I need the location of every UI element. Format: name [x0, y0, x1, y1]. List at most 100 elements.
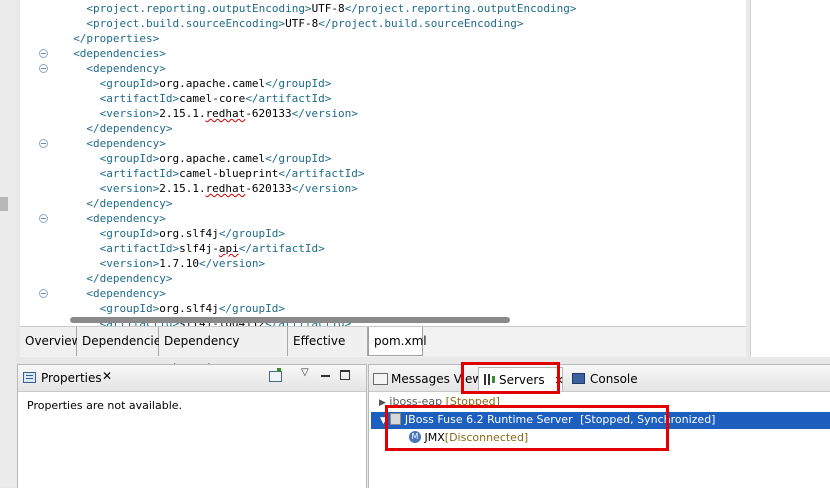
maximize-icon[interactable] — [340, 370, 350, 380]
spelling-underline: redhat — [205, 182, 246, 195]
jmx-row[interactable]: M JMX[Disconnected] — [409, 430, 609, 446]
xml-open-tag: </dependency> — [86, 272, 173, 285]
xml-open-tag: <project.reporting.outputEncoding> — [86, 2, 312, 15]
pin-view-icon[interactable] — [269, 368, 282, 382]
close-icon[interactable]: ✕ — [554, 374, 563, 387]
xml-text-value: UTF-8 — [285, 17, 319, 30]
properties-empty-message: Properties are not available. — [27, 399, 183, 412]
server-status: [Stopped, Synchronized] — [580, 413, 716, 426]
code-line[interactable]: <dependency> — [86, 136, 165, 151]
xml-close-tag: </version> — [291, 107, 358, 120]
xml-close-tag: </project.reporting.outputEncoding> — [344, 2, 577, 15]
properties-icon — [23, 372, 36, 383]
minimize-icon[interactable] — [321, 375, 330, 377]
code-line[interactable]: <dependency> — [86, 61, 165, 76]
jmx-status: [Disconnected] — [444, 431, 529, 444]
collapse-arrow-icon[interactable]: ▼ — [380, 416, 387, 426]
tab-console[interactable]: Console — [572, 367, 652, 391]
close-icon[interactable]: ✕ — [102, 369, 112, 383]
spelling-underline: redhat — [205, 107, 246, 120]
xml-close-tag: </version> — [291, 182, 358, 195]
left-trim — [0, 0, 16, 487]
jmx-icon: M — [409, 431, 421, 443]
properties-view: Properties ✕ ▽ Properties are not availa… — [17, 364, 367, 488]
server-row-jboss-fuse[interactable]: ▼ JBoss Fuse 6.2 Runtime Server [Stopped… — [371, 412, 830, 429]
code-line[interactable]: <dependency> — [86, 286, 165, 301]
xml-open-tag: <groupId> — [99, 302, 160, 315]
xml-open-tag: <groupId> — [99, 77, 160, 90]
xml-close-tag: </groupId> — [265, 152, 332, 165]
xml-open-tag: <dependency> — [86, 137, 166, 150]
xml-open-tag: <dependency> — [86, 212, 166, 225]
code-line[interactable]: <dependency> — [86, 211, 165, 226]
xml-open-tag: <dependency> — [86, 287, 166, 300]
xml-text-value: org.slf4j — [159, 227, 219, 240]
tab-servers-label: Servers — [499, 373, 545, 387]
code-line[interactable]: </properties> — [73, 31, 159, 46]
server-row-jboss-eap[interactable]: ▶ jboss-eap [Stopped] — [379, 394, 829, 410]
code-line[interactable]: <dependencies> — [73, 46, 166, 61]
xml-close-tag: </artifactId> — [245, 92, 332, 105]
xml-open-tag: <groupId> — [99, 227, 160, 240]
xml-text-value: camel-blueprint — [179, 167, 279, 180]
xml-close-tag: </version> — [198, 257, 266, 270]
servers-view: Messages View Servers ✕ Console ▶ jboss-… — [368, 364, 830, 488]
xml-open-tag: <version> — [99, 107, 160, 120]
code-line[interactable]: <project.build.sourceEncoding>UTF-8</pro… — [86, 16, 523, 31]
xml-open-tag: <artifactId> — [99, 242, 180, 255]
envelope-icon — [373, 372, 388, 385]
tab-pom-xml[interactable]: pom.xml — [368, 327, 427, 356]
xml-open-tag: <artifactId> — [99, 167, 180, 180]
code-line[interactable]: <version>2.15.1.redhat-620133</version> — [100, 106, 358, 121]
servers-view-header: Messages View Servers ✕ Console — [369, 365, 830, 392]
server-name: JBoss Fuse 6.2 Runtime Server — [404, 413, 573, 426]
right-side-panel — [750, 0, 830, 357]
properties-view-title[interactable]: Properties — [41, 371, 102, 385]
xml-text-value: slf4j-api — [179, 242, 239, 255]
xml-close-tag: </artifactId> — [278, 167, 365, 180]
xml-close-tag: </artifactId> — [238, 242, 325, 255]
tab-servers[interactable]: Servers ✕ — [478, 367, 564, 391]
code-line[interactable]: </dependency> — [86, 196, 172, 211]
tab-messages-view[interactable]: Messages View — [373, 367, 482, 391]
code-line[interactable]: <project.reporting.outputEncoding>UTF-8<… — [86, 1, 576, 16]
editor-gutter — [20, 0, 60, 326]
spelling-underline: api — [218, 242, 239, 255]
code-line[interactable]: </dependency> — [86, 271, 172, 286]
tab-effective-pom[interactable]: Effective POM — [288, 327, 368, 376]
code-line[interactable]: <groupId>org.slf4j</groupId> — [100, 301, 285, 316]
server-status: [Stopped] — [445, 395, 500, 408]
xml-close-tag: </project.build.sourceEncoding> — [318, 17, 524, 30]
xml-text-value: org.slf4j — [159, 302, 219, 315]
tab-dependencies[interactable]: Dependencies — [77, 327, 167, 356]
code-line[interactable]: <groupId>org.apache.camel</groupId> — [100, 151, 332, 166]
fold-toggle-icon[interactable] — [39, 289, 48, 298]
tab-dependency-hierarchy[interactable]: Dependency Hierarchy — [159, 327, 288, 376]
code-line[interactable]: <version>2.15.1.redhat-620133</version> — [100, 181, 358, 196]
pom-xml-editor[interactable]: <project.reporting.outputEncoding>UTF-8<… — [20, 0, 746, 326]
xml-open-tag: <groupId> — [99, 152, 160, 165]
server-name: jboss-eap — [389, 395, 443, 408]
xml-open-tag: <version> — [99, 257, 160, 270]
fold-toggle-icon[interactable] — [39, 64, 48, 73]
xml-open-tag: <version> — [99, 182, 160, 195]
code-line[interactable]: <artifactId>camel-blueprint</artifactId> — [100, 166, 365, 181]
fold-toggle-icon[interactable] — [39, 214, 48, 223]
code-line[interactable]: <artifactId>slf4j-api</artifactId> — [100, 241, 325, 256]
tab-overview[interactable]: Overview — [20, 327, 82, 356]
code-line[interactable]: <groupId>org.slf4j</groupId> — [100, 226, 285, 241]
horizontal-scrollbar[interactable] — [70, 317, 510, 323]
code-line[interactable]: </dependency> — [86, 121, 172, 136]
fold-toggle-icon[interactable] — [39, 139, 48, 148]
xml-text-value: org.apache.camel — [159, 77, 266, 90]
code-line[interactable]: <version>1.7.10</version> — [100, 256, 266, 271]
fold-toggle-icon[interactable] — [39, 49, 48, 58]
xml-text-value: UTF-8 — [311, 2, 345, 15]
left-trim-marker — [0, 197, 8, 211]
xml-text-value: 2.15.1.redhat-620133 — [159, 107, 292, 120]
code-line[interactable]: <artifactId>camel-core</artifactId> — [100, 91, 332, 106]
xml-text-value: 2.15.1.redhat-620133 — [159, 182, 292, 195]
expand-arrow-icon[interactable]: ▶ — [379, 398, 386, 408]
code-line[interactable]: <groupId>org.apache.camel</groupId> — [100, 76, 332, 91]
view-menu-icon[interactable]: ▽ — [301, 367, 309, 378]
